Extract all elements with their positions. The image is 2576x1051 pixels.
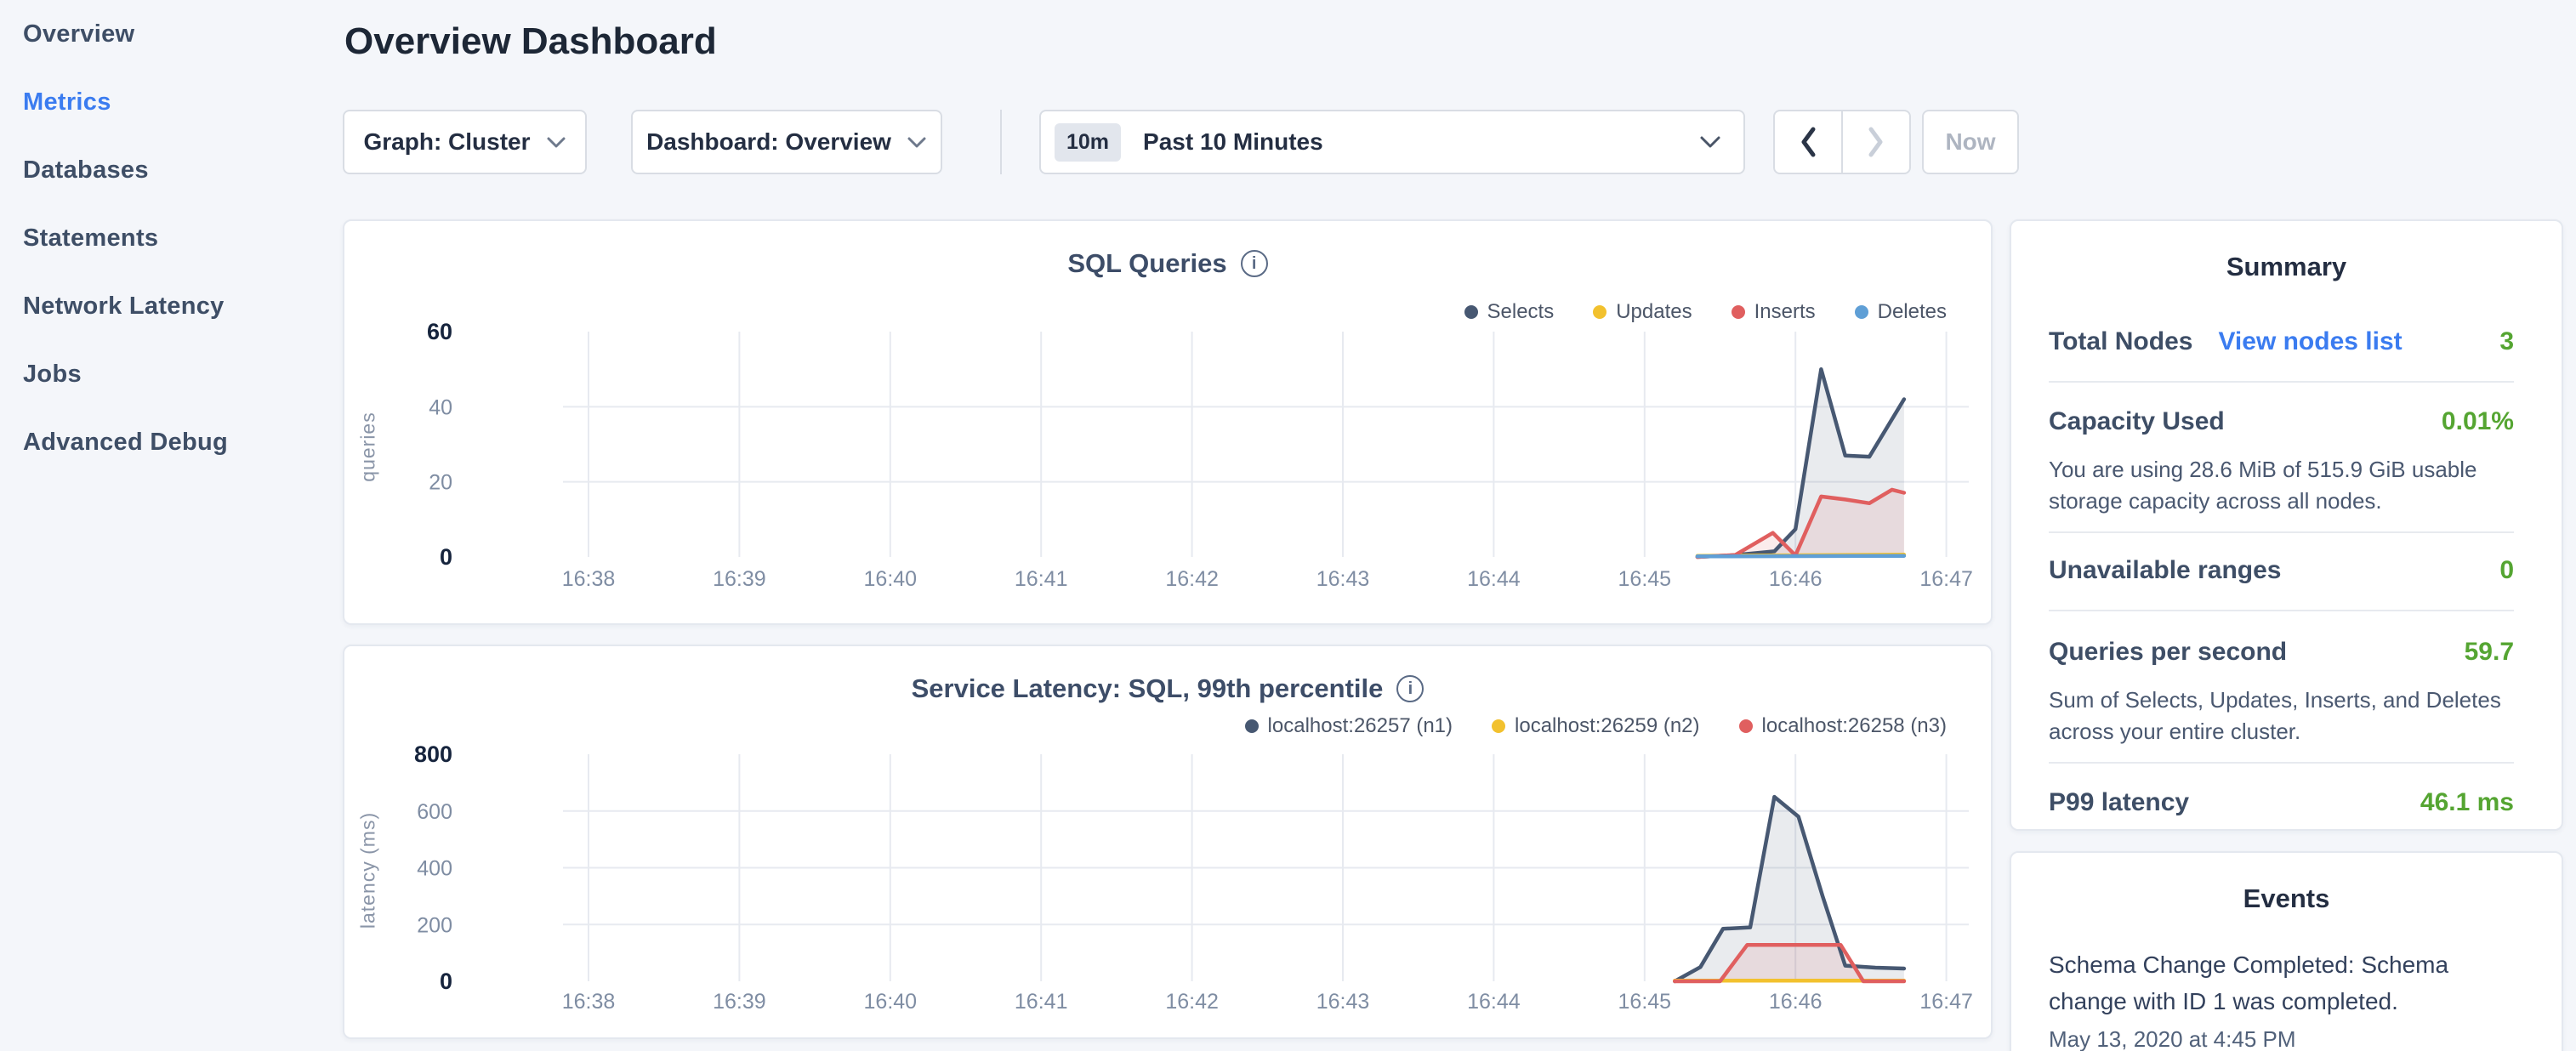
dashboard-dropdown[interactable]: Dashboard: Overview [631,110,942,174]
svg-text:16:46: 16:46 [1769,990,1823,1014]
event-text: Schema Change Completed: Schema change w… [2049,946,2524,1020]
time-range-picker[interactable]: 10m Past 10 Minutes [1039,110,1745,174]
summary-row: Unavailable ranges 0 [2049,554,2514,588]
graph-scope-dropdown[interactable]: Graph: Cluster [343,110,587,174]
sidebar-item-network-latency[interactable]: Network Latency [23,272,329,340]
summary-title: Summary [2011,221,2562,282]
svg-text:16:39: 16:39 [713,990,766,1014]
controls-bar: Graph: Cluster Dashboard: Overview 10m P… [343,110,2019,174]
svg-text:60: 60 [427,319,452,344]
svg-text:16:43: 16:43 [1316,567,1370,591]
sidebar-item-overview[interactable]: Overview [23,0,329,68]
summary-divider [2049,610,2514,611]
summary-row-label: Total Nodes [2049,327,2192,356]
controls-divider [1000,110,1002,174]
sql-queries-chart-card: SQL Queries i SelectsUpdatesInsertsDelet… [343,219,1993,625]
summary-row-description: You are using 28.6 MiB of 515.9 GiB usab… [2049,454,2514,517]
summary-row-label: P99 latency [2049,788,2189,817]
sidebar-nav-list: OverviewMetricsDatabasesStatementsNetwor… [23,0,329,476]
svg-text:16:47: 16:47 [1919,990,1973,1014]
events-panel: Events Schema Change Completed: Schema c… [2010,851,2563,1051]
svg-text:16:40: 16:40 [864,567,918,591]
summary-row-label: Capacity Used [2049,407,2225,436]
svg-text:200: 200 [417,913,452,937]
page-title: Overview Dashboard [344,20,717,63]
chevron-down-icon [907,136,927,149]
chart-plot[interactable]: 0 200 400 600 800 16:38 16:39 16:40 16:41 16:42 16… [344,646,1994,1041]
sidebar-item-advanced-debug[interactable]: Advanced Debug [23,408,329,476]
summary-row-value: 0 [2499,556,2514,585]
chart-plot[interactable]: 0 20 40 60 16:38 16:39 16:40 16:41 16:42 16:43 16:… [344,221,1994,627]
svg-text:16:42: 16:42 [1165,567,1219,591]
dashboard-dropdown-label: Dashboard: Overview [646,128,891,156]
sidebar-item-jobs[interactable]: Jobs [23,340,329,408]
svg-text:16:42: 16:42 [1165,990,1219,1014]
sidebar-item-statements[interactable]: Statements [23,204,329,272]
svg-text:16:38: 16:38 [562,990,616,1014]
time-step-buttons [1773,110,1911,174]
time-range-label: Past 10 Minutes [1143,128,1699,156]
summary-rows: Total Nodes View nodes list 3 Capacity Used… [2011,325,2562,820]
summary-row-label: Unavailable ranges [2049,556,2281,585]
svg-text:16:39: 16:39 [713,567,766,591]
time-back-button[interactable] [1773,110,1842,174]
summary-row-value: 0.01% [2442,407,2514,436]
summary-row-value: 3 [2499,327,2514,356]
svg-text:16:47: 16:47 [1919,567,1973,591]
svg-text:0: 0 [440,544,452,570]
svg-text:16:40: 16:40 [864,990,918,1014]
summary-row: Capacity Used 0.01% [2049,405,2514,439]
summary-divider [2049,531,2514,533]
svg-text:16:43: 16:43 [1316,990,1370,1014]
summary-row-label: Queries per second [2049,638,2287,667]
summary-row-value: 46.1 ms [2420,788,2514,817]
svg-text:16:45: 16:45 [1618,990,1672,1014]
time-forward-button[interactable] [1842,110,1911,174]
svg-text:16:44: 16:44 [1467,567,1521,591]
service-latency-chart-card: Service Latency: SQL, 99th percentile i … [343,645,1993,1039]
chevron-left-icon [1799,125,1817,159]
chevron-right-icon [1867,125,1885,159]
svg-text:40: 40 [429,395,452,419]
svg-text:16:38: 16:38 [562,567,616,591]
now-button[interactable]: Now [1922,110,2019,174]
svg-text:16:46: 16:46 [1769,567,1823,591]
time-range-badge: 10m [1055,123,1121,162]
events-list: Schema Change Completed: Schema change w… [2011,946,2562,1051]
sidebar-item-databases[interactable]: Databases [23,136,329,204]
chevron-down-icon [1699,135,1721,149]
svg-text:400: 400 [417,857,452,881]
summary-panel: Summary Total Nodes View nodes list 3 Capac… [2010,219,2563,831]
summary-divider [2049,762,2514,764]
svg-text:20: 20 [429,471,452,495]
svg-text:16:45: 16:45 [1618,567,1672,591]
svg-text:800: 800 [414,741,452,767]
graph-scope-label: Graph: Cluster [363,128,530,156]
summary-row: Total Nodes View nodes list 3 [2049,325,2514,359]
summary-row: P99 latency 46.1 ms [2049,786,2514,820]
view-nodes-list-link[interactable]: View nodes list [2218,327,2402,356]
svg-text:16:41: 16:41 [1015,990,1068,1014]
svg-text:16:44: 16:44 [1467,990,1521,1014]
summary-row: Queries per second 59.7 [2049,635,2514,669]
svg-text:16:41: 16:41 [1015,567,1068,591]
event-timestamp: May 13, 2020 at 4:45 PM [2049,1026,2524,1051]
svg-text:0: 0 [440,969,452,994]
summary-divider [2049,381,2514,383]
sidebar-item-metrics[interactable]: Metrics [23,68,329,136]
summary-row-value: 59.7 [2465,638,2514,667]
sidebar: OverviewMetricsDatabasesStatementsNetwor… [23,0,329,476]
chevron-down-icon [546,136,566,149]
events-title: Events [2011,853,2562,914]
svg-text:600: 600 [417,800,452,824]
now-button-label: Now [1945,128,1995,156]
summary-row-description: Sum of Selects, Updates, Inserts, and De… [2049,685,2514,747]
